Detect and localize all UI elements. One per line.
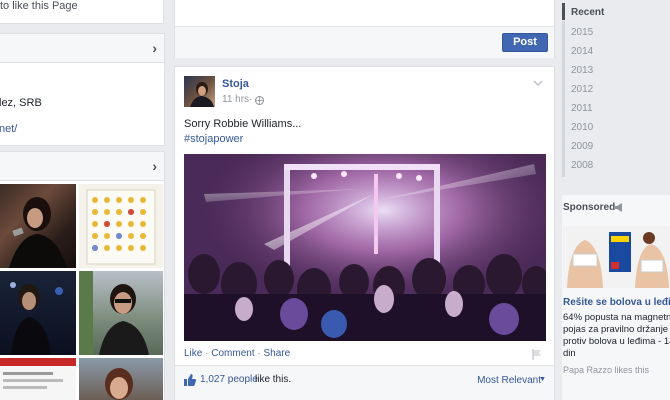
post-photo[interactable] [184,154,546,341]
about-section-header[interactable]: › [0,33,165,63]
ad-body-line-1: 64% popusta na magnetni [563,312,670,323]
flag-icon[interactable] [532,349,542,360]
photo-figure-icon [10,282,63,355]
avatar-photo-icon [190,82,214,107]
years-line [562,21,565,177]
timeline-year-2011[interactable]: 2011 [571,103,593,114]
comment-sort-dropdown[interactable]: Most Relevant [477,375,541,386]
about-card: lez, SRB net/ [0,62,165,146]
recent-indicator [562,3,565,20]
composer-card: Post [174,0,555,58]
caret-down-icon[interactable]: ▼ [539,376,546,383]
post-timestamp[interactable]: 11 hrs [222,94,249,105]
photo-grid-icon [86,189,156,265]
photos-card [0,180,165,400]
comment-action[interactable]: Comment [211,348,254,359]
action-separator: · [202,348,212,359]
likes-suffix: like this. [255,374,292,385]
timeline-year-2014[interactable]: 2014 [571,46,593,57]
composer-footer [175,26,554,58]
photo-figure-icon [79,271,149,355]
ad-body-line-4: din [563,348,576,359]
ad-title[interactable]: Rešite se bolova u leđima [563,297,670,308]
post-card: Stoja 11 hrs · Sorry Robbie Williams... … [174,66,555,400]
ad-social-context: Papa Razzo likes this [563,365,650,375]
action-separator: · [254,348,264,359]
ad-image[interactable] [563,226,670,288]
chevron-down-icon[interactable] [533,80,543,86]
chevron-right-icon[interactable]: › [152,158,157,174]
photos-section-header[interactable]: › [0,151,165,181]
post-hashtag[interactable]: #stojapower [184,133,243,145]
timeline-year-2015[interactable]: 2015 [571,27,593,38]
photo-thumb-1[interactable] [0,184,76,268]
share-action[interactable]: Share [264,348,291,359]
chevron-right-icon[interactable]: › [152,40,157,56]
megaphone-icon [615,203,622,212]
avatar[interactable] [184,76,215,107]
sponsored-section: Sponsored Rešite se bolova u leđima 64% … [562,195,670,400]
photo-thumb-6[interactable] [79,358,163,400]
thumbs-up-icon [184,374,196,386]
timeline-year-2010[interactable]: 2010 [571,122,593,133]
like-page-card: to like this Page [0,0,164,24]
ad-product-icon [563,226,670,288]
post-button[interactable]: Post [502,33,548,52]
timeline-year-2012[interactable]: 2012 [571,84,593,95]
photo-thumb-4[interactable] [79,271,163,355]
sponsored-label: Sponsored [563,202,616,213]
post-author[interactable]: Stoja [222,78,249,90]
like-page-text: to like this Page [0,0,78,12]
likes-count[interactable]: 1,027 people [200,374,258,385]
ad-body-line-2: pojas za pravilno držanje i [563,324,670,335]
photo-thumb-2[interactable] [79,184,163,268]
timeline-year-2013[interactable]: 2013 [571,65,593,76]
timeline-year-nav: Recent 2015 2014 2013 2012 2011 2010 200… [562,0,670,178]
about-location: lez, SRB [0,97,42,109]
timeline-year-2009[interactable]: 2009 [571,141,593,152]
photo-thumb-5[interactable] [0,358,76,400]
globe-icon[interactable] [255,96,264,105]
timeline-recent[interactable]: Recent [571,7,604,18]
timeline-year-2008[interactable]: 2008 [571,160,593,171]
about-website-link[interactable]: net/ [0,123,17,135]
post-text: Sorry Robbie Williams... [184,118,302,130]
photo-document-icon [0,358,76,389]
dot-separator: · [249,94,253,105]
photo-thumb-3[interactable] [0,271,76,355]
crowd-scene-icon [184,154,546,341]
post-actions: Like · Comment · Share [184,348,290,359]
photo-figure-icon [9,197,67,268]
like-action[interactable]: Like [184,348,202,359]
photo-figure-icon [105,368,133,400]
ad-body-line-3: protiv bolova u leđima - 1418 [563,336,670,347]
post-reactions-bar: 1,027 people like this. Most Relevant ▼ [175,365,554,400]
